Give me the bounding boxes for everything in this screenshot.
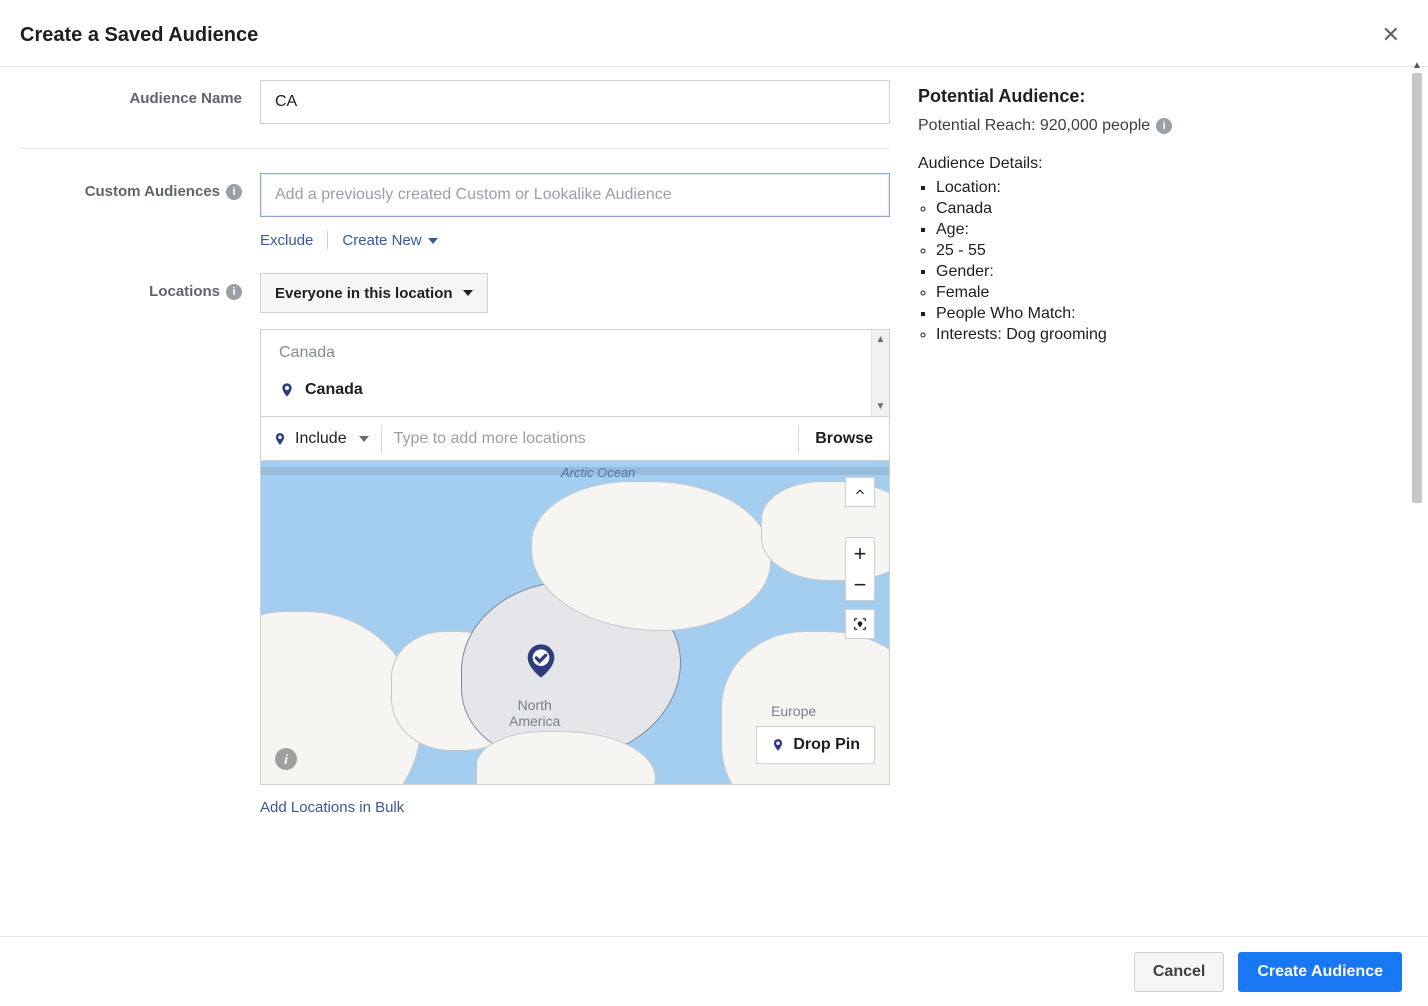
scroll-up-icon[interactable]: ▲	[876, 334, 886, 345]
browse-button[interactable]: Browse	[799, 430, 889, 448]
include-dropdown[interactable]: Include	[261, 430, 381, 448]
info-icon[interactable]: i	[226, 284, 242, 300]
locations-label: Locations	[149, 283, 220, 300]
audience-detail-item: Gender:	[936, 263, 1278, 281]
create-new-link[interactable]: Create New	[342, 232, 437, 249]
divider	[20, 148, 890, 149]
add-locations-bulk-link[interactable]: Add Locations in Bulk	[260, 799, 890, 816]
scroll-thumb[interactable]	[1412, 73, 1422, 503]
potential-reach-text: Potential Reach: 920,000 people	[918, 117, 1150, 135]
locations-tag-area: Canada Canada ▲	[261, 330, 889, 416]
custom-audiences-row: Custom Audiences i Exclude Create New	[20, 173, 890, 249]
audience-name-label: Audience Name	[20, 80, 260, 107]
info-icon[interactable]: i	[226, 184, 242, 200]
locations-hint: Canada	[279, 344, 871, 362]
map-continent-label: Europe	[771, 703, 816, 719]
scroll-up-icon[interactable]: ▲	[1412, 60, 1422, 71]
drop-pin-button[interactable]: Drop Pin	[756, 726, 875, 764]
map-collapse-button[interactable]	[845, 477, 875, 507]
audience-detail-item: Interests: Dog grooming	[936, 326, 1278, 344]
chevron-down-icon	[428, 238, 438, 244]
audience-name-input[interactable]	[260, 80, 890, 124]
create-audience-button[interactable]: Create Audience	[1238, 952, 1402, 992]
dialog-header: Create a Saved Audience ✕	[0, 0, 1428, 67]
info-icon[interactable]: i	[1156, 118, 1172, 134]
map-info-icon[interactable]: i	[275, 748, 297, 770]
potential-audience-panel: Potential Audience: Potential Reach: 920…	[918, 80, 1278, 840]
audience-detail-item: Location:	[936, 179, 1278, 197]
dialog-footer: Cancel Create Audience	[0, 936, 1428, 1006]
locate-icon	[852, 616, 868, 632]
pin-icon	[279, 380, 295, 400]
map[interactable]: Arctic Ocean North America Europe	[261, 460, 889, 784]
chevron-up-icon	[853, 485, 867, 499]
locations-scrollbar[interactable]: ▲ ▼	[871, 330, 889, 416]
map-ocean-label: Arctic Ocean	[561, 465, 635, 480]
add-location-input[interactable]	[382, 417, 799, 460]
location-scope-dropdown[interactable]: Everyone in this location	[260, 273, 488, 313]
custom-audiences-input[interactable]	[260, 173, 890, 217]
audience-name-row: Audience Name	[20, 80, 890, 124]
pin-icon	[273, 430, 287, 448]
cancel-button[interactable]: Cancel	[1134, 952, 1224, 992]
audience-detail-item: People Who Match:	[936, 305, 1278, 323]
audience-detail-item: Female	[936, 284, 1278, 302]
map-continent-label: North America	[509, 697, 560, 729]
zoom-out-button[interactable]: −	[854, 569, 867, 600]
map-zoom-control: + −	[845, 537, 875, 601]
audience-details-heading: Audience Details:	[918, 155, 1278, 173]
separator	[327, 231, 328, 249]
chevron-down-icon	[359, 436, 369, 442]
pin-icon	[771, 736, 785, 754]
dialog-body: ▲ Audience Name Custom Audiences i	[0, 60, 1428, 936]
map-pin-icon[interactable]	[521, 637, 561, 685]
dialog-title: Create a Saved Audience	[20, 24, 258, 47]
exclude-link[interactable]: Exclude	[260, 232, 313, 249]
location-chip-canada[interactable]: Canada	[279, 380, 871, 400]
zoom-in-button[interactable]: +	[854, 538, 867, 569]
potential-audience-title: Potential Audience:	[918, 86, 1278, 107]
custom-audiences-label: Custom Audiences	[85, 183, 220, 200]
locations-box: Canada Canada ▲	[260, 329, 890, 785]
audience-detail-item: Canada	[936, 200, 1278, 218]
scrollbar[interactable]: ▲	[1410, 60, 1424, 503]
chevron-down-icon	[463, 290, 473, 296]
include-row: Include Browse	[261, 416, 889, 460]
audience-detail-item: 25 - 55	[936, 242, 1278, 260]
scroll-down-icon[interactable]: ▼	[876, 401, 886, 412]
audience-details-list: Location: Canada Age: 25 - 55 Gender: Female P…	[918, 179, 1278, 344]
map-locate-button[interactable]	[845, 609, 875, 639]
close-icon[interactable]: ✕	[1378, 18, 1404, 52]
audience-detail-item: Age:	[936, 221, 1278, 239]
locations-row: Locations i Everyone in this location Ca…	[20, 273, 890, 816]
